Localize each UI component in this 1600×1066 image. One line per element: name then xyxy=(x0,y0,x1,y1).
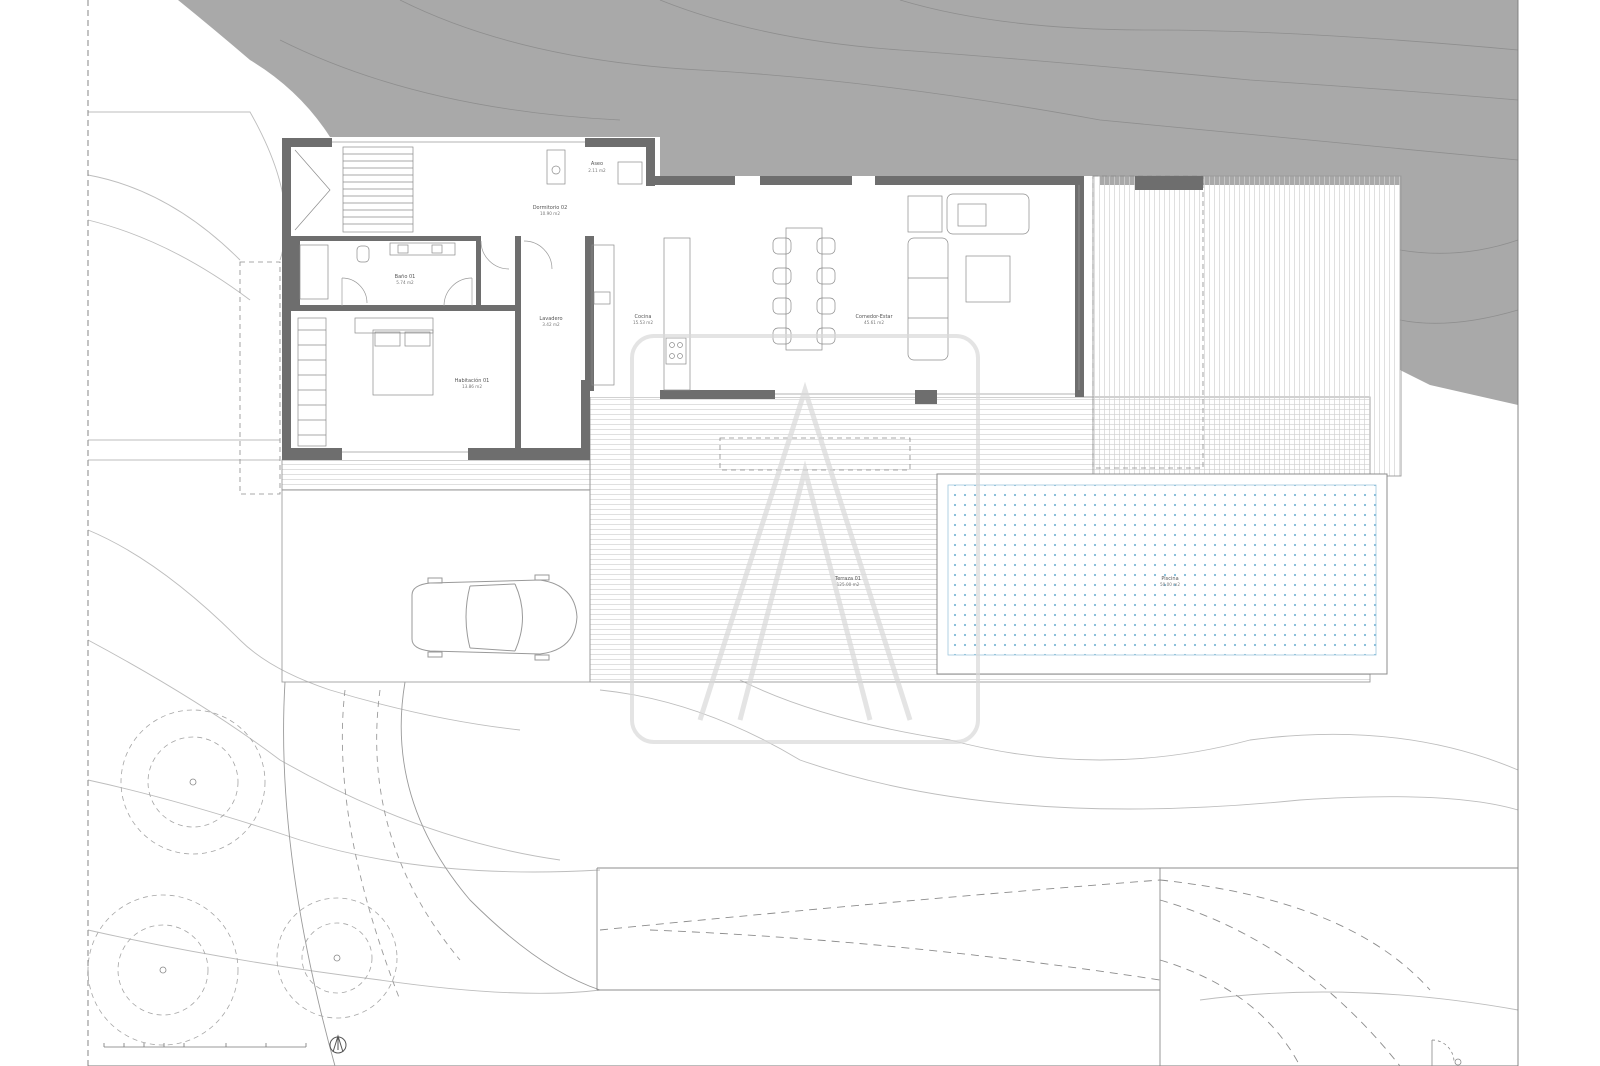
north-arrow-icon xyxy=(329,1034,347,1054)
car-icon xyxy=(411,574,578,661)
upper-deck xyxy=(1092,175,1402,477)
trees xyxy=(87,709,398,1046)
room-name-habitacion01: Habitación 01 xyxy=(455,377,490,384)
room-area-dormitorio02: 10.90 m2 xyxy=(540,211,560,216)
driveway xyxy=(283,681,601,1066)
room-name-aseo: Aseo xyxy=(591,161,603,167)
room-area-bano01: 5.74 m2 xyxy=(396,280,414,285)
floor-plan-canvas: Aseo 2.11 m2 Dormitorio 02 10.90 m2 Baño… xyxy=(0,0,1600,1066)
room-area-lavadero: 3.42 m2 xyxy=(542,322,560,327)
scale-bar xyxy=(103,1043,307,1048)
room-area-cocina: 15.53 m2 xyxy=(633,320,653,325)
floor-plan: Aseo 2.11 m2 Dormitorio 02 10.90 m2 Baño… xyxy=(87,0,1519,1066)
room-area-aseo: 2.11 m2 xyxy=(588,168,606,173)
gate xyxy=(1431,1039,1462,1066)
room-area-terraza01: 125.00 m2 xyxy=(837,582,860,587)
terrace-deck-side xyxy=(281,459,591,491)
lower-access xyxy=(596,867,1518,1066)
room-area-piscina: 50.00 m2 xyxy=(1160,582,1180,587)
room-area-habitacion01: 13.86 m2 xyxy=(462,384,482,389)
room-area-comedor: 45.61 m2 xyxy=(864,320,884,325)
pool-water xyxy=(947,484,1377,656)
